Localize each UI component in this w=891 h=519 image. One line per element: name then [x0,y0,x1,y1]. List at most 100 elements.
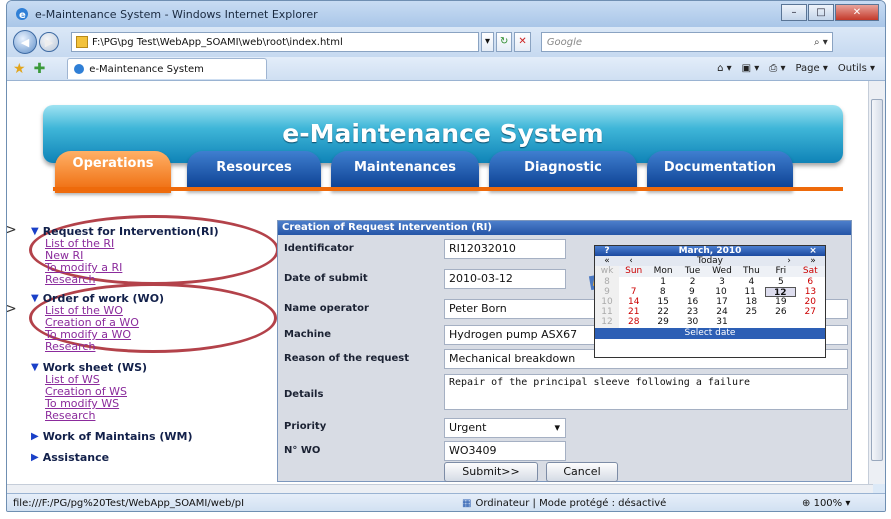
page-viewport: e-Maintenance System Operations Resource… [7,81,873,484]
zone-icon: ▦ [462,498,472,509]
cal-day-cell[interactable]: 6 [796,277,825,287]
cal-day-cell[interactable]: 4 [737,277,766,287]
cal-day-cell[interactable]: 12 [764,286,796,298]
cal-day-cell[interactable]: 28 [619,317,648,327]
form-header: Creation of Request Intervention (RI) [278,221,851,235]
scroll-thumb[interactable] [871,99,883,461]
cal-day-cell[interactable]: 18 [737,297,766,307]
cal-day-cell[interactable]: 9 [677,287,706,297]
horizontal-scrollbar[interactable] [7,484,873,493]
address-bar[interactable]: F:\PG\pg Test\WebApp_SOAMI\web\root\inde… [71,32,479,52]
cal-day-cell[interactable]: 20 [796,297,825,307]
identificator-field[interactable]: RI12032010 [444,239,566,259]
page-menu[interactable]: Page ▾ [795,63,827,74]
stop-icon[interactable]: ✕ [514,32,531,52]
menu-tab-resources[interactable]: Resources [187,151,321,191]
cal-week-row: 9 7 8 9 10 11 12 13 [595,286,825,298]
cal-wk-header: wk [595,266,619,277]
cal-day-cell[interactable]: 25 [737,307,766,317]
forward-button[interactable]: ▶ [39,32,59,52]
status-url: file:///F:/PG/pg%20Test/WebApp_SOAMI/web… [13,498,245,509]
search-icon[interactable]: ⌕ ▾ [814,37,828,48]
cal-day-cell[interactable]: 2 [678,277,707,287]
cal-day-cell[interactable]: 13 [796,287,825,297]
cal-close-button[interactable]: × [801,246,825,256]
address-row: ◀ ▶ F:\PG\pg Test\WebApp_SOAMI\web\root\… [7,27,885,57]
cal-weekday-row: wk Sun Mon Tue Wed Thu Fri Sat [595,266,825,277]
back-button[interactable]: ◀ [13,30,37,54]
cancel-button[interactable]: Cancel [546,462,618,482]
sidebar-section-assistance[interactable]: ▶ Assistance [31,451,261,464]
favorites-row: ★ ✚ e-Maintenance System ⌂ ▾ ▣ ▾ ⎙ ▾ Pag… [7,57,885,81]
ie-icon: e [16,8,28,21]
cal-day-cell[interactable]: 27 [796,307,825,317]
menu-tab-documentation[interactable]: Documentation [647,151,793,191]
link-research-ri[interactable]: Research [45,274,261,286]
cal-day-cell[interactable]: 30 [678,317,707,327]
maximize-button[interactable]: □ [808,4,834,21]
favorites-star-icon[interactable]: ★ [13,61,26,77]
cal-day-cell[interactable]: 21 [619,307,648,317]
dropdown-icon[interactable]: ▾ [481,32,495,52]
link-research-wo[interactable]: Research [45,341,261,353]
date-field[interactable]: 2010-03-12 [444,269,566,289]
sidebar-section-wm[interactable]: ▶ Work of Maintains (WM) [31,430,261,443]
cal-day-cell[interactable]: 29 [648,317,677,327]
cal-day-cell[interactable]: 11 [736,287,765,297]
add-favorites-icon[interactable]: ✚ [34,61,46,77]
minimize-button[interactable]: – [781,4,807,21]
cal-day-cell[interactable]: 16 [678,297,707,307]
cal-help-button[interactable]: ? [595,246,619,256]
home-icon[interactable]: ⌂ ▾ [717,63,732,74]
triangle-right-icon: ▶ [31,431,39,442]
cal-day-cell[interactable]: 22 [648,307,677,317]
tools-menu[interactable]: Outils ▾ [838,63,875,74]
vertical-scrollbar[interactable] [868,81,885,484]
cal-day-header: Sun [625,266,643,277]
cal-day-cell[interactable]: 24 [707,307,736,317]
cal-day-cell[interactable]: 17 [707,297,736,307]
cal-day-cell [796,317,825,327]
cal-day-cell[interactable]: 1 [648,277,677,287]
menu-tab-maintenances[interactable]: Maintenances [331,151,479,191]
cal-day-cell[interactable]: 14 [619,297,648,307]
refresh-icon[interactable]: ↻ [496,32,513,52]
zoom-level[interactable]: ⊕ 100% ▾ [792,498,850,509]
cal-prev-month[interactable]: ‹ [619,256,643,266]
cal-day-header: Wed [712,266,732,277]
priority-label: Priority [284,421,327,432]
cal-today-button[interactable]: Today [643,256,777,266]
details-textarea[interactable]: Repair of the principal sleeve following… [444,374,848,410]
cal-prev-year[interactable]: « [595,256,619,266]
cal-day-cell[interactable]: 10 [706,287,735,297]
cal-day-cell[interactable]: 19 [766,297,795,307]
cal-day-cell[interactable]: 23 [678,307,707,317]
search-input[interactable]: Google ⌕ ▾ [540,32,833,52]
menu-tab-diagnostic[interactable]: Diagnostic [489,151,637,191]
cal-day-cell[interactable]: 26 [766,307,795,317]
pointer-arrow-icon: > [7,301,17,317]
submit-button[interactable]: Submit>> [444,462,538,482]
cal-footer: Select date [595,327,825,339]
cal-day-cell[interactable]: 8 [648,287,677,297]
cal-grid: 8 1 2 3 4 5 6 9 7 8 9 10 11 12 13 10 14 15 16 17 18 19 20 11 21 2… [595,276,825,328]
triangle-down-icon: ▼ [31,362,39,373]
priority-select[interactable]: Urgent ▾ [444,418,566,438]
print-icon[interactable]: ⎙ ▾ [769,63,785,74]
cal-day-header: Thu [742,266,760,277]
cal-day-cell[interactable]: 5 [766,277,795,287]
cal-day-cell[interactable]: 7 [619,287,648,297]
status-bar: file:///F:/PG/pg%20Test/WebApp_SOAMI/web… [7,493,885,511]
wo-field[interactable]: WO3409 [444,441,566,461]
sidebar: ▼ Request for Intervention(RI) List of th… [31,221,261,464]
browser-tab[interactable]: e-Maintenance System [67,58,268,79]
link-research-ws[interactable]: Research [45,410,261,422]
cal-day-cell[interactable]: 3 [707,277,736,287]
close-button[interactable]: ✕ [835,4,879,21]
cal-day-cell[interactable]: 15 [648,297,677,307]
cal-next-year[interactable]: » [801,256,825,266]
cal-day-cell[interactable]: 31 [707,317,736,327]
feeds-icon[interactable]: ▣ ▾ [742,63,760,74]
cal-day-header: Tue [684,266,701,277]
cal-next-month[interactable]: › [777,256,801,266]
